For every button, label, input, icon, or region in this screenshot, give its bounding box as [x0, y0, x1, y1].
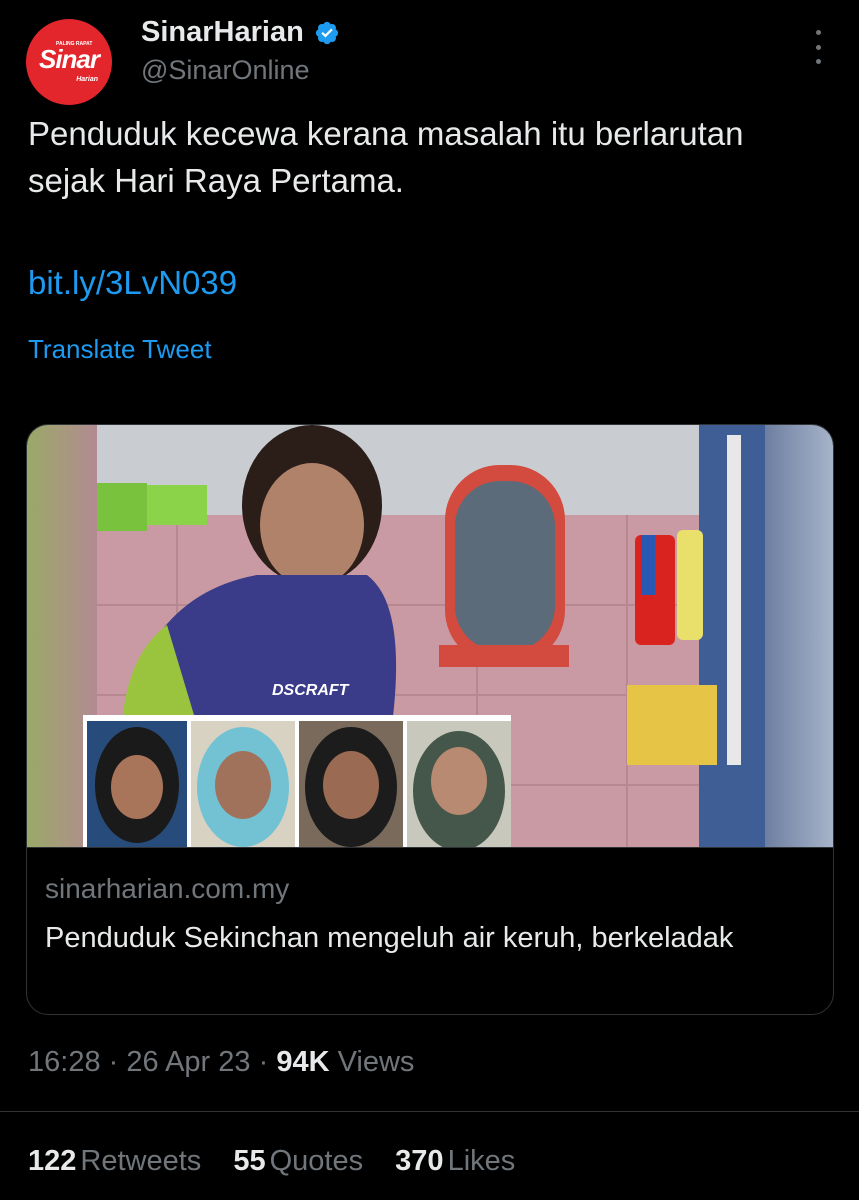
tweet-header: PALING RAPAT Sinar Harian SinarHarian @S… — [26, 12, 834, 105]
card-image: DSCRAFT — [27, 425, 833, 847]
views-label: Views — [337, 1046, 415, 1078]
more-vertical-icon[interactable] — [810, 30, 826, 64]
likes-stat[interactable]: 370 Likes — [395, 1145, 515, 1178]
card-image-logo: DSCRAFT — [272, 682, 350, 699]
author-handle[interactable]: @SinarOnline — [141, 55, 340, 86]
card-meta: sinarharian.com.my Penduduk Sekinchan me… — [27, 847, 833, 1014]
quotes-stat[interactable]: 55 Quotes — [233, 1145, 363, 1178]
tweet-date[interactable]: 26 Apr 23 — [126, 1046, 250, 1078]
tweet-meta: 16:28 · 26 Apr 23 · 94K Views — [28, 1046, 414, 1079]
views-count[interactable]: 94K — [276, 1046, 329, 1078]
avatar-top-text: PALING RAPAT — [56, 41, 93, 47]
retweets-count: 122 — [28, 1145, 77, 1177]
retweets-label: Retweets — [80, 1145, 202, 1177]
quotes-label: Quotes — [269, 1145, 364, 1177]
card-title: Penduduk Sekinchan mengeluh air keruh, b… — [45, 922, 734, 954]
tweet-link[interactable]: bit.ly/3LvN039 — [28, 264, 237, 302]
quotes-count: 55 — [233, 1145, 266, 1177]
avatar-sub-text: Harian — [76, 76, 98, 83]
author-avatar[interactable]: PALING RAPAT Sinar Harian — [26, 19, 112, 105]
divider — [0, 1111, 859, 1112]
avatar-logo-text: Sinar — [38, 43, 100, 74]
author-name-block: SinarHarian @SinarOnline — [141, 16, 340, 86]
retweets-stat[interactable]: 122 Retweets — [28, 1145, 201, 1178]
engagement-stats: 122 Retweets 55 Quotes 370 Likes — [28, 1145, 539, 1178]
verified-badge-icon — [316, 21, 339, 44]
likes-label: Likes — [447, 1145, 516, 1177]
tweet-time[interactable]: 16:28 — [28, 1046, 101, 1078]
likes-count: 370 — [395, 1145, 444, 1177]
meta-separator: · — [108, 1046, 119, 1078]
link-preview-card[interactable]: DSCRAFT sinarharian.com.my Penduduk Seki… — [26, 424, 834, 1015]
card-domain: sinarharian.com.my — [45, 873, 290, 904]
translate-tweet-button[interactable]: Translate Tweet — [28, 334, 212, 365]
author-display-name[interactable]: SinarHarian — [141, 16, 304, 49]
meta-separator: · — [258, 1046, 269, 1078]
tweet-text: Penduduk kecewa kerana masalah itu berla… — [28, 115, 744, 199]
